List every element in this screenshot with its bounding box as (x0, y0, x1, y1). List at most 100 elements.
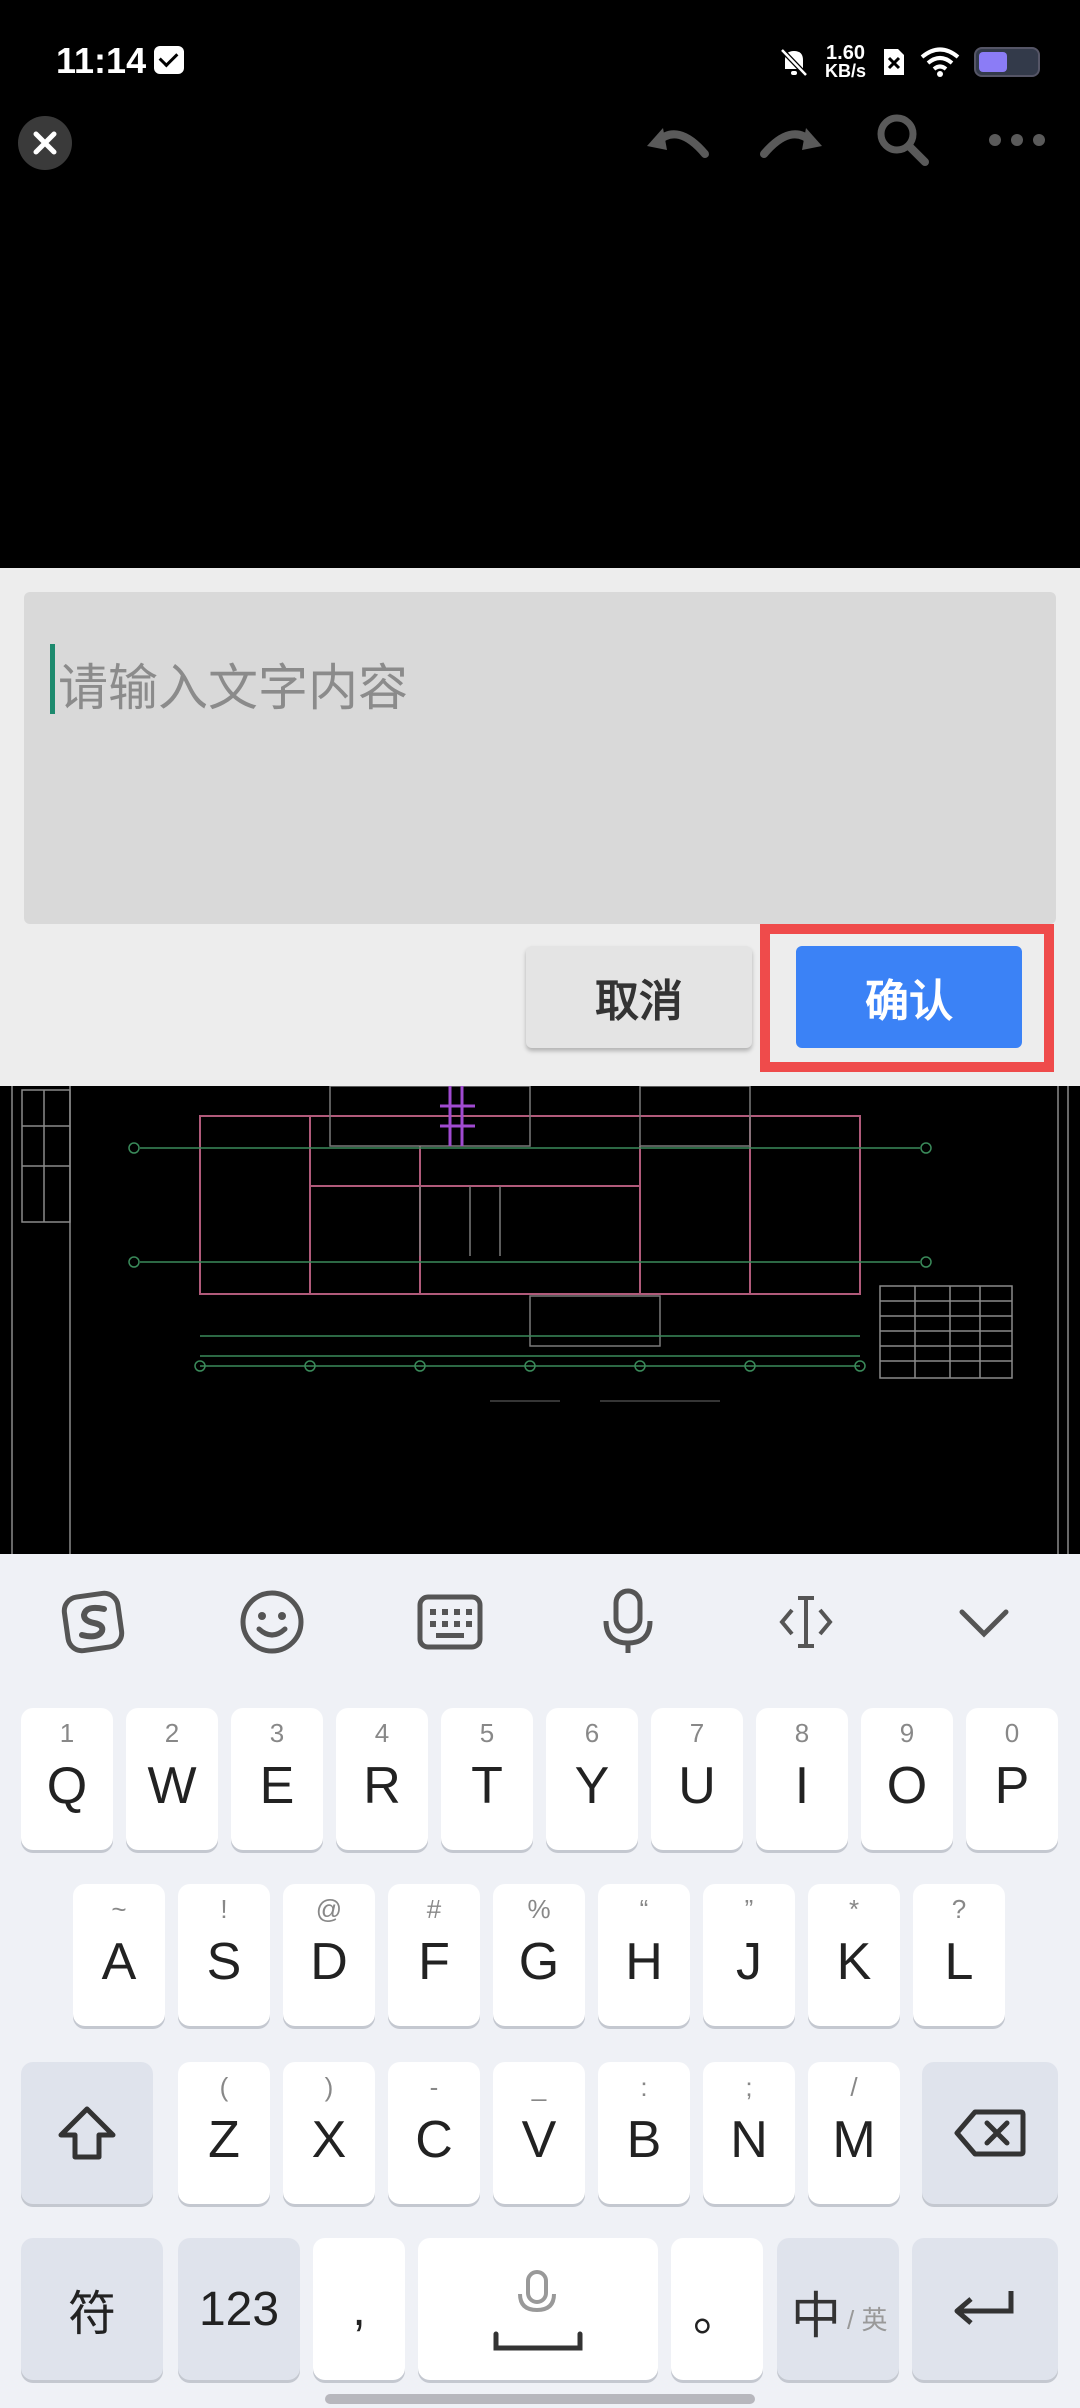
key-c-sub: - (429, 2072, 439, 2102)
key-r[interactable]: 4R (336, 1708, 428, 1850)
symbol-key[interactable]: 符 (21, 2238, 163, 2380)
key-v[interactable]: _ V (493, 2062, 585, 2204)
key-s-sub: ! (220, 1894, 228, 1924)
more-button[interactable] (982, 110, 1052, 170)
key-w[interactable]: 2W (126, 1708, 218, 1850)
microphone-icon (518, 2270, 556, 2313)
backspace-icon (954, 2109, 1026, 2157)
key-f-label: F (418, 1933, 450, 1991)
key-e-sub: 3 (269, 1718, 285, 1748)
key-e-label: E (259, 1757, 295, 1815)
key-t[interactable]: 5T (441, 1708, 533, 1850)
battery-icon (974, 47, 1040, 77)
sogou-logo-button[interactable] (53, 1582, 133, 1662)
soft-keyboard: 1Q 2W 3E 4R 5T 6Y 7U 8I 9O 0P ~ A ! S @ D #… (0, 1554, 1080, 2408)
sim-off-icon (884, 49, 904, 75)
key-o[interactable]: 9O (861, 1708, 953, 1850)
key-v-label: V (521, 2111, 557, 2169)
key-j-label: J (736, 1933, 762, 1991)
language-key-label: 中 (791, 2288, 841, 2344)
number-key-label: 123 (198, 2282, 280, 2336)
key-s[interactable]: ! S (178, 1884, 270, 2026)
backspace-key[interactable] (922, 2062, 1058, 2204)
cursor-move-button[interactable] (766, 1582, 846, 1662)
emoji-button[interactable] (232, 1582, 312, 1662)
key-n-sub: ; (745, 2072, 753, 2102)
text-content-placeholder: 请输入文字内容 (58, 660, 408, 716)
number-key[interactable]: 123 (178, 2238, 300, 2380)
key-w-sub: 2 (164, 1718, 180, 1748)
key-k[interactable]: * K (808, 1884, 900, 2026)
key-e[interactable]: 3E (231, 1708, 323, 1850)
key-f[interactable]: # F (388, 1884, 480, 2026)
more-icon (989, 134, 1045, 146)
sogou-logo-icon (61, 1590, 125, 1654)
network-speed-value: 1.60 (826, 42, 865, 64)
key-s-label: S (206, 1933, 242, 1991)
key-h[interactable]: “H (598, 1884, 690, 2026)
key-d-sub: @ (315, 1894, 343, 1924)
comma-key[interactable]: , (313, 2238, 405, 2380)
period-key[interactable]: 。 (671, 2238, 763, 2380)
key-p-label: P (994, 1757, 1030, 1815)
key-y[interactable]: 6Y (546, 1708, 638, 1850)
close-button[interactable] (18, 116, 72, 170)
cancel-button[interactable]: 取消 (526, 946, 752, 1048)
home-indicator[interactable] (325, 2394, 755, 2404)
shift-key[interactable] (21, 2062, 153, 2204)
key-z-sub: ( (219, 2072, 229, 2102)
voice-input-button[interactable] (588, 1582, 668, 1662)
key-u-label: U (678, 1757, 716, 1815)
key-c[interactable]: -C (388, 2062, 480, 2204)
key-k-label: K (836, 1933, 872, 1991)
key-r-label: R (363, 1757, 401, 1815)
mute-bell-icon (780, 48, 808, 77)
key-n-label: N (730, 2111, 768, 2169)
keyboard-switch-button[interactable] (410, 1582, 490, 1662)
key-b[interactable]: :B (598, 2062, 690, 2204)
key-p[interactable]: 0P (966, 1708, 1058, 1850)
key-q[interactable]: 1Q (21, 1708, 113, 1850)
key-q-sub: 1 (59, 1718, 75, 1748)
text-content-input[interactable]: 请输入文字内容 (24, 592, 1056, 924)
cad-drawing-canvas[interactable] (0, 1086, 1080, 1554)
key-l[interactable]: ? L (913, 1884, 1005, 2026)
key-q-label: Q (46, 1757, 88, 1815)
key-h-label: H (625, 1933, 663, 1991)
key-w-label: W (147, 1757, 197, 1815)
key-i[interactable]: 8I (756, 1708, 848, 1850)
status-time: 11:14 (56, 40, 147, 81)
key-n[interactable]: ; N (703, 2062, 795, 2204)
key-u-sub: 7 (689, 1718, 705, 1748)
comma-key-label: , (352, 2282, 366, 2336)
key-m-sub: / (850, 2072, 858, 2102)
key-x-sub: ) (324, 2072, 334, 2102)
close-icon (33, 131, 57, 155)
key-b-label: B (626, 2111, 662, 2169)
chevron-down-icon (959, 1609, 1009, 1638)
key-j[interactable]: ” J (703, 1884, 795, 2026)
key-m[interactable]: / M (808, 2062, 900, 2204)
key-u[interactable]: 7U (651, 1708, 743, 1850)
search-button[interactable] (868, 110, 938, 170)
key-r-sub: 4 (374, 1718, 390, 1748)
key-a[interactable]: ~ A (73, 1884, 165, 2026)
key-x[interactable]: ) X (283, 2062, 375, 2204)
key-l-sub: ? (951, 1894, 967, 1924)
cad-floor-plan (11, 1086, 1069, 1554)
undo-button[interactable] (643, 110, 713, 170)
redo-button[interactable] (756, 110, 826, 170)
hide-keyboard-button[interactable] (944, 1582, 1024, 1662)
key-g[interactable]: % G (493, 1884, 585, 2026)
key-f-sub: # (426, 1894, 442, 1924)
key-o-sub: 9 (899, 1718, 915, 1748)
language-switch-key[interactable]: 中 / 英 (777, 2238, 899, 2380)
key-p-sub: 0 (1004, 1718, 1020, 1748)
key-z[interactable]: (Z (178, 2062, 270, 2204)
key-z-label: Z (208, 2111, 240, 2169)
key-d[interactable]: @ D (283, 1884, 375, 2026)
enter-key[interactable] (912, 2238, 1058, 2380)
space-key[interactable] (418, 2238, 658, 2380)
symbol-key-label: 符 (67, 2288, 116, 2341)
redo-icon (760, 128, 822, 158)
